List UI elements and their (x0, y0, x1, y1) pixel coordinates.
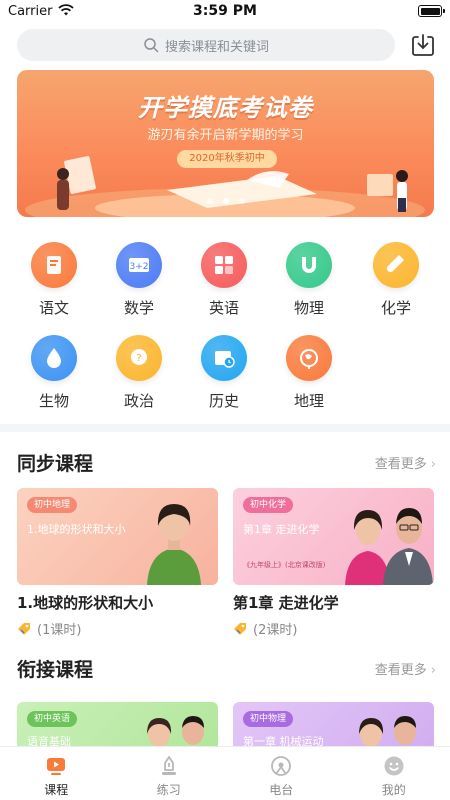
subject-magnet[interactable]: 物理 (274, 242, 344, 322)
subject-label: 政治 (123, 392, 154, 410)
course-title: 第1章 走进化学 (233, 594, 339, 612)
sync-section-title: 同步课程 (17, 453, 94, 475)
banner-tag: 2020年秋季初中 (177, 150, 277, 168)
subject-label: 生物 (38, 392, 69, 410)
subject-label: 数学 (123, 299, 154, 317)
course-thumbnail: 初中地理 1.地球的形状和大小 (17, 488, 218, 585)
banner-subtitle: 游刃有余开启新学期的学习 (147, 128, 304, 143)
banner-title: 开学摸底考试卷 (138, 94, 313, 122)
course-lessons: (1课时) (37, 623, 82, 638)
course-meta: (2课时) (233, 619, 434, 638)
abc-icon (201, 242, 247, 288)
subject-politics[interactable]: ? 政治 (104, 335, 174, 415)
tab-label: 课程 (44, 783, 69, 797)
banner-dot[interactable] (206, 198, 213, 204)
teacher-photo (359, 716, 416, 746)
course-thumbnail: 初中英语 语音基础 (17, 702, 218, 746)
search-icon (144, 38, 159, 53)
magnet-icon (286, 242, 332, 288)
course-thumb-text: 语音基础 (27, 735, 71, 746)
tab-course[interactable]: 课程 (0, 747, 113, 800)
subject-water-drop[interactable]: 生物 (19, 335, 89, 415)
water-drop-icon (31, 335, 77, 381)
teacher-photo (147, 716, 204, 746)
course-thumb-text: 1.地球的形状和大小 (27, 523, 126, 536)
pen-icon (161, 756, 176, 775)
tab-practice[interactable]: 练习 (113, 747, 226, 800)
chevron-right-icon: › (430, 663, 436, 678)
test-tube-icon (373, 242, 419, 288)
tab-label: 电台 (269, 783, 294, 797)
status-bar: Carrier 3:59 PM (0, 0, 450, 24)
course-badge: 初中化学 (243, 497, 294, 513)
svg-text:3+2: 3+2 (130, 262, 149, 272)
smile-icon (384, 756, 404, 776)
course-meta: (1课时) (17, 619, 218, 638)
course-thumbnail: 初中物理 第一章 机械运动 (233, 702, 434, 746)
tab-label: 练习 (156, 783, 181, 797)
politics-icon: ? (116, 335, 162, 381)
course-badge: 初中地理 (27, 497, 78, 513)
subject-book[interactable]: 语文 (19, 242, 89, 322)
banner-dot[interactable] (238, 198, 245, 204)
teacher-photo (345, 508, 433, 585)
radio-icon (271, 756, 292, 776)
subject-test-tube[interactable]: 化学 (361, 242, 431, 322)
course-play-icon (47, 758, 66, 775)
section-divider (0, 424, 450, 432)
course-card-english[interactable]: 初中英语 语音基础 (17, 702, 218, 746)
tab-label: 我的 (381, 783, 406, 797)
course-card-physics[interactable]: 初中物理 第一章 机械运动 (233, 702, 434, 746)
subject-label: 英语 (208, 299, 239, 317)
calendar-clock-icon (201, 335, 247, 381)
bridge-more-link[interactable]: 查看更多 › (375, 659, 436, 678)
chevron-right-icon: › (430, 457, 436, 472)
course-thumbnail: 初中化学 第1章 走进化学 《九年级上》(北京课改版) (233, 488, 434, 585)
bridge-section-title: 衔接课程 (17, 659, 94, 681)
book-icon (31, 242, 77, 288)
subject-math[interactable]: 3+2 数学 (104, 242, 174, 322)
math-icon: 3+2 (116, 242, 162, 288)
subject-label: 地理 (293, 392, 324, 410)
download-icon[interactable] (410, 32, 436, 58)
clock: 3:59 PM (193, 3, 257, 19)
svg-text:?: ? (136, 353, 141, 364)
subject-label: 化学 (380, 299, 411, 317)
search-input[interactable]: 搜索课程和关键词 (17, 29, 395, 61)
subject-label: 物理 (293, 299, 324, 317)
search-placeholder: 搜索课程和关键词 (164, 39, 269, 55)
bridge-more-label: 查看更多 (374, 663, 427, 678)
course-badge: 初中英语 (27, 711, 78, 727)
banner-dot-active[interactable] (222, 198, 229, 204)
tab-mine[interactable]: 我的 (338, 747, 450, 800)
course-card-chemistry[interactable]: 初中化学 第1章 走进化学 《九年级上》(北京课改版) 第1章 走进化学 (2课… (233, 488, 434, 638)
bottom-tab-bar: 课程 练习 电台 我的 (0, 746, 450, 800)
subject-label: 历史 (208, 392, 239, 410)
sync-more-link[interactable]: 查看更多 › (375, 453, 436, 472)
subject-calendar-clock[interactable]: 历史 (189, 335, 259, 415)
globe-icon (286, 335, 332, 381)
banner-pagination (17, 198, 434, 204)
subject-abc[interactable]: 英语 (189, 242, 259, 322)
tag-icon (18, 622, 30, 635)
course-lessons: (2课时) (253, 623, 298, 638)
course-title: 1.地球的形状和大小 (17, 594, 154, 612)
tab-radio[interactable]: 电台 (225, 747, 338, 800)
sync-more-label: 查看更多 (374, 457, 427, 472)
tag-icon (234, 622, 246, 635)
teacher-photo (147, 504, 201, 585)
course-thumb-text: 第1章 走进化学 (243, 523, 320, 536)
promo-banner[interactable]: 开学摸底考试卷 游刃有余开启新学期的学习 2020年秋季初中 (17, 70, 434, 217)
subject-globe[interactable]: 地理 (274, 335, 344, 415)
subject-label: 语文 (38, 299, 69, 317)
course-badge: 初中物理 (243, 711, 294, 727)
battery-icon (418, 5, 445, 17)
course-card-geography[interactable]: 初中地理 1.地球的形状和大小 1.地球的形状和大小 (1课时) (17, 488, 218, 638)
course-thumb-note: 《九年级上》(北京课改版) (243, 561, 326, 569)
